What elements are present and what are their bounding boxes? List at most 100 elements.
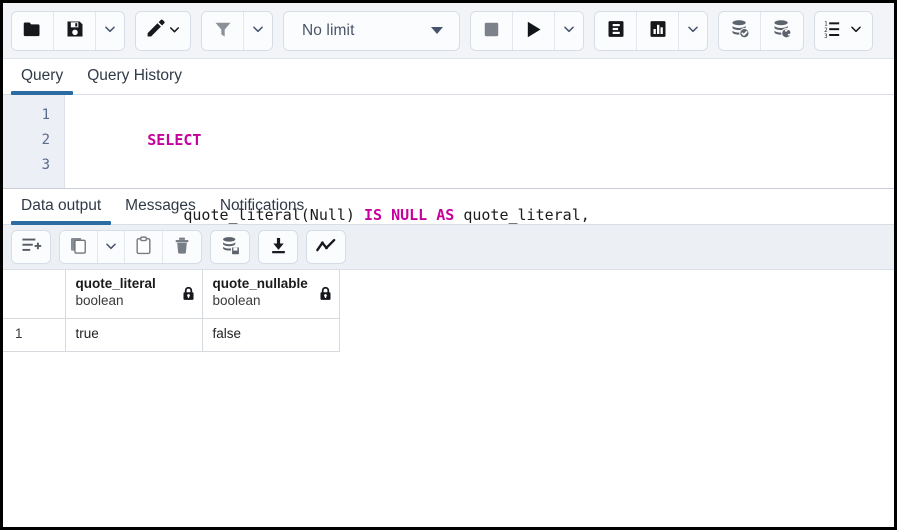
table-row[interactable]: 1 true false [3,318,339,351]
edit-button[interactable] [136,12,190,50]
save-file-button[interactable] [54,12,96,50]
sql-token: SELECT [147,131,201,149]
tab-query-history[interactable]: Query History [75,63,194,94]
file-button-group [11,11,125,51]
chevron-down-icon [686,22,700,39]
query-tool-window: No limit [0,0,897,530]
graph-visualiser-button[interactable] [307,231,345,263]
line-number: 3 [3,153,64,178]
save-data-changes-button[interactable] [211,231,249,263]
execute-button-group [470,11,584,51]
open-file-button[interactable] [12,12,54,50]
download-button-group [258,230,298,264]
limit-button-group: No limit [283,11,460,51]
copy-button-group [59,230,202,264]
column-name: quote_literal [76,275,194,292]
graph-button-group [306,230,346,264]
stop-button[interactable] [471,12,513,50]
chevron-down-icon [251,22,265,39]
chevron-down-icon [849,22,863,39]
cell-quote-literal[interactable]: true [65,318,202,351]
lock-icon [319,286,332,306]
explain-button[interactable] [595,12,637,50]
explain-button-group [594,11,708,51]
table-header-row: quote_literal boolean quote_nu [3,270,339,318]
data-grid-container: quote_literal boolean quote_nu [3,270,894,530]
line-number: 1 [3,103,64,128]
folder-icon [22,19,43,43]
numbered-list-icon: 1 2 3 [824,19,846,42]
download-icon [269,236,288,258]
copy-dropdown[interactable] [98,231,125,263]
svg-text:3: 3 [824,34,828,39]
trash-icon [173,236,191,258]
database-check-icon [729,18,751,43]
add-row-button[interactable] [12,231,50,263]
filter-button[interactable] [202,12,244,50]
save-data-button-group [210,230,250,264]
tab-data-output[interactable]: Data output [9,193,113,224]
explain-e-icon [606,19,626,42]
play-triangle-icon [523,19,544,43]
add-row-button-group [11,230,51,264]
caret-down-icon [431,27,443,34]
cell-quote-nullable[interactable]: false [202,318,339,351]
results-table: quote_literal boolean quote_nu [3,270,340,352]
bar-chart-icon [648,19,668,42]
explain-dropdown[interactable] [679,12,707,50]
chevron-down-icon [168,23,181,39]
save-icon [65,19,85,42]
database-rollback-icon [771,18,793,43]
execute-dropdown[interactable] [555,12,583,50]
copy-icon [69,236,88,258]
lock-icon [182,286,195,306]
sql-editor[interactable]: 1 2 3 SELECT quote_literal(Null) IS NULL… [3,95,894,189]
chevron-down-icon [103,22,117,39]
code-line: SELECT [75,103,894,178]
macros-button[interactable]: 1 2 3 [815,12,872,50]
commit-button[interactable] [719,12,761,50]
database-save-icon [220,235,241,259]
column-type: boolean [213,292,331,309]
svg-text:2: 2 [824,28,828,34]
column-header-quote-literal[interactable]: quote_literal boolean [65,270,202,318]
main-toolbar: No limit [3,3,894,59]
stop-square-icon [482,20,501,42]
line-chart-icon [315,236,337,259]
row-limit-value: No limit [302,22,354,40]
tab-notifications[interactable]: Notifications [208,193,316,224]
explain-analyze-button[interactable] [637,12,679,50]
sql-token: quote_literal, [454,206,589,224]
add-row-icon [21,236,42,258]
sql-token: IS NULL AS [364,206,454,224]
editor-tabstrip: Query Query History [3,59,894,95]
delete-button[interactable] [163,231,201,263]
line-number: 2 [3,128,64,153]
sql-code-area[interactable]: SELECT quote_literal(Null) IS NULL AS qu… [65,95,894,188]
svg-text:1: 1 [824,22,828,28]
funnel-icon [213,19,233,42]
row-number: 1 [3,318,65,351]
filter-dropdown[interactable] [244,12,272,50]
chevron-down-icon [104,239,118,256]
clipboard-icon [134,236,153,258]
filter-button-group [201,11,273,51]
download-csv-button[interactable] [259,231,297,263]
tab-messages[interactable]: Messages [113,193,208,224]
save-file-dropdown[interactable] [96,12,124,50]
pencil-icon [145,19,166,43]
copy-button[interactable] [60,231,98,263]
tab-query[interactable]: Query [9,63,75,94]
macros-button-group: 1 2 3 [814,11,873,51]
paste-button[interactable] [125,231,163,263]
column-name: quote_nullable [213,275,331,292]
row-limit-select[interactable]: No limit [284,12,459,50]
column-type: boolean [76,292,194,309]
column-header-quote-nullable[interactable]: quote_nullable boolean [202,270,339,318]
rollback-button[interactable] [761,12,803,50]
execute-button[interactable] [513,12,555,50]
rownum-header-cell [3,270,65,318]
line-number-gutter: 1 2 3 [3,95,65,188]
edit-button-group [135,11,191,51]
chevron-down-icon [562,22,576,39]
